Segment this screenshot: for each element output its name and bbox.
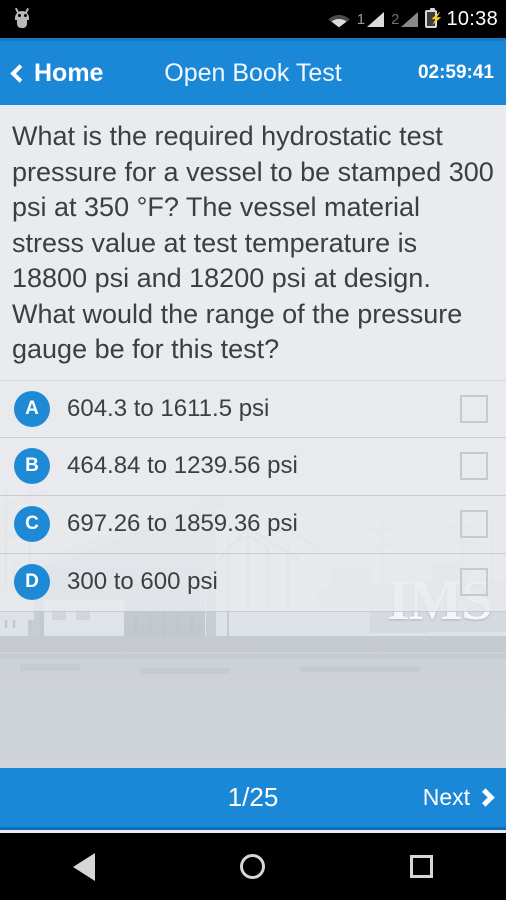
- option-checkbox[interactable]: [460, 452, 488, 480]
- sim1-label: 1: [356, 10, 366, 28]
- square-recents-icon[interactable]: [410, 855, 434, 878]
- countdown-timer: 02:59:41: [417, 62, 494, 83]
- option-checkbox[interactable]: [460, 568, 488, 596]
- option-letter-badge: B: [14, 448, 50, 484]
- signal-triangle-icon: [401, 11, 419, 27]
- next-button-label: Next: [422, 784, 470, 810]
- chevron-right-icon: [476, 788, 495, 807]
- answer-option-b[interactable]: B 464.84 to 1239.56 psi: [0, 437, 506, 496]
- option-label: 300 to 600 psi: [67, 568, 218, 595]
- sim2-signal-indicator: 2: [391, 10, 419, 28]
- circle-home-icon[interactable]: [239, 854, 265, 879]
- page-indicator: 1/25: [227, 782, 279, 812]
- option-label: 464.84 to 1239.56 psi: [67, 452, 298, 479]
- sim2-label: 2: [391, 10, 400, 28]
- status-bar-left: [14, 7, 328, 28]
- status-bar: 1 2 ⚡ 10:38: [0, 0, 506, 38]
- app-bar: Home Open Book Test 02:59:41: [0, 38, 506, 105]
- answer-option-c[interactable]: C 697.26 to 1859.36 psi: [0, 495, 506, 554]
- next-question-button[interactable]: Next: [422, 784, 495, 811]
- question-text: What is the required hydrostatic test pr…: [12, 121, 494, 364]
- chevron-left-icon: [10, 63, 29, 83]
- back-to-home-button[interactable]: Home: [0, 59, 103, 88]
- option-letter-badge: C: [14, 506, 50, 542]
- status-bar-right: 1 2 ⚡ 10:38: [328, 8, 498, 31]
- back-button-label: Home: [34, 58, 104, 87]
- android-navigation-bar: [0, 833, 506, 900]
- option-letter-badge: D: [14, 564, 50, 600]
- triangle-back-icon[interactable]: [72, 852, 95, 881]
- option-label: 604.3 to 1611.5 psi: [67, 394, 270, 422]
- signal-triangle-icon: [367, 11, 385, 27]
- answer-option-a[interactable]: A 604.3 to 1611.5 psi: [0, 379, 506, 438]
- answer-option-d[interactable]: D 300 to 600 psi: [0, 553, 506, 612]
- android-bug-icon: [14, 7, 30, 28]
- option-checkbox[interactable]: [460, 394, 488, 423]
- option-checkbox[interactable]: [460, 510, 488, 538]
- bottom-navigation-bar: 1/25 Next: [0, 768, 506, 830]
- sim1-signal-indicator: 1: [356, 10, 385, 28]
- wifi-icon: [328, 11, 350, 28]
- option-label: 697.26 to 1859.36 psi: [67, 510, 298, 537]
- phone-screen: 1 2 ⚡ 10:38 Home Open Book Test 02:59:41: [0, 0, 506, 900]
- answer-options-list: A 604.3 to 1611.5 psi B 464.84 to 1239.5…: [0, 379, 506, 612]
- test-content: IMS What is the required hydrostatic tes…: [0, 105, 506, 768]
- option-letter-badge: A: [14, 390, 50, 427]
- status-bar-clock: 10:38: [446, 7, 498, 30]
- battery-charging-icon: ⚡: [425, 8, 443, 28]
